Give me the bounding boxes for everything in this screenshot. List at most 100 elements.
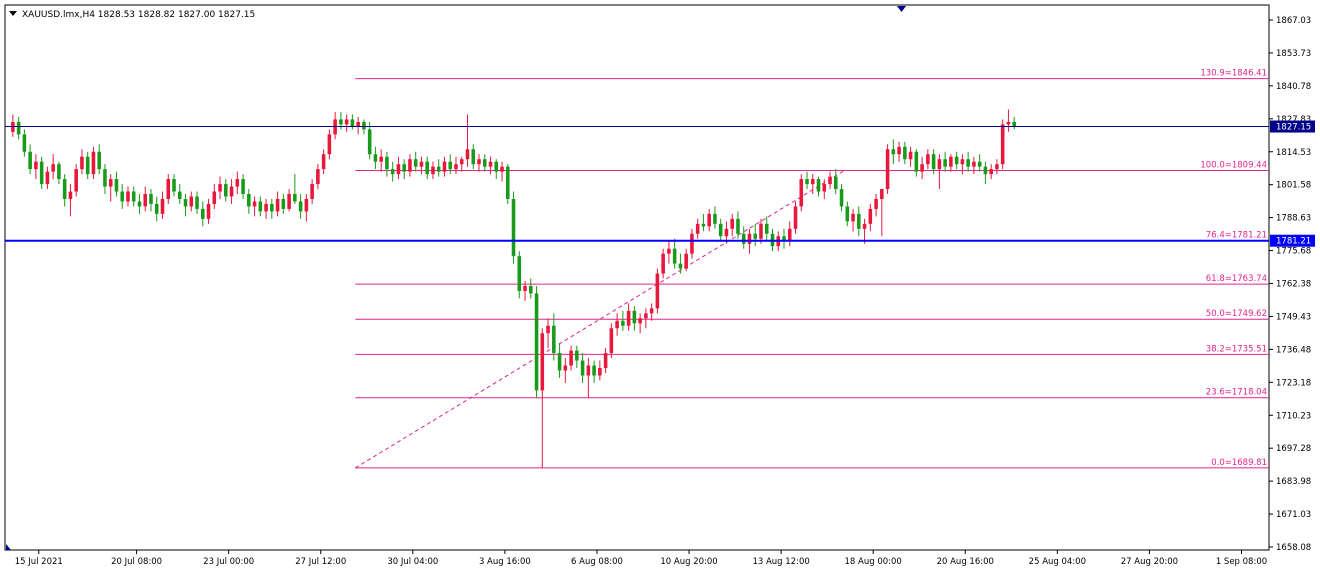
x-tick-label: 10 Aug 20:00 [660, 557, 717, 567]
candle-body [91, 151, 96, 175]
candle-body [741, 233, 746, 244]
candle-body [321, 154, 326, 170]
candle-body [926, 154, 930, 165]
candle-body [85, 156, 90, 175]
candle-body [97, 151, 101, 170]
candle-body [534, 293, 539, 391]
candle-body [615, 320, 619, 329]
candle-body [108, 179, 113, 187]
candle-body [459, 159, 464, 165]
candle-body [713, 213, 717, 224]
candle-body [546, 325, 550, 334]
fib-level-label: 130.9=1846.41 [1200, 69, 1267, 79]
candle-body [385, 156, 389, 170]
y-tick-label: 1658.08 [1276, 543, 1311, 553]
candlestick-chart[interactable]: XAUUSD.lmx,H4 1828.53 1828.82 1827.00 18… [0, 0, 1320, 574]
candle-body [931, 154, 936, 170]
y-tick-label: 1723.18 [1276, 378, 1311, 388]
candle-body [465, 149, 470, 160]
candle-body [189, 196, 194, 207]
candle-body [874, 198, 878, 209]
fib-level-label: 76.4=1781.21 [1206, 231, 1267, 241]
candle-body [626, 310, 631, 326]
price-tag-label: 1781.21 [1276, 237, 1311, 247]
candle-body [977, 161, 982, 167]
candle-body [569, 350, 573, 366]
candle-body [851, 213, 855, 222]
x-tick-label: 1 Sep 08:00 [1216, 557, 1267, 567]
candle-body [126, 191, 130, 202]
candle-body [247, 194, 251, 207]
y-tick-label: 1801.58 [1276, 181, 1311, 191]
candle-body [402, 164, 406, 172]
candle-body [540, 333, 545, 391]
y-tick-label: 1749.43 [1276, 312, 1311, 322]
candle-body [114, 179, 119, 192]
candle-body [580, 360, 585, 376]
candle-body [793, 206, 798, 229]
candle-body [575, 350, 579, 361]
candle-body [868, 208, 873, 224]
candle-body [177, 191, 182, 199]
candle-body [413, 159, 418, 167]
y-tick-label: 1736.48 [1276, 345, 1311, 355]
candle-body [494, 161, 499, 172]
candle-body [1012, 121, 1016, 127]
candle-body [718, 223, 723, 237]
candle-body [287, 194, 291, 209]
candle-body [983, 166, 988, 175]
candle-body [258, 201, 263, 212]
fib-level-label: 100.0=1809.44 [1200, 161, 1267, 171]
candle-body [477, 159, 481, 165]
candle-body [552, 325, 556, 354]
candle-body [367, 129, 372, 155]
candle-body [298, 201, 303, 212]
candle-body [339, 119, 343, 125]
candle-body [206, 203, 211, 219]
candle-body [16, 121, 21, 135]
y-tick-label: 1697.28 [1276, 444, 1311, 454]
candle-body [908, 151, 913, 160]
x-tick-label: 13 Aug 12:00 [752, 557, 809, 567]
candle-body [172, 179, 176, 192]
candle-body [471, 149, 476, 165]
candle-body [350, 119, 355, 127]
y-tick-label: 1788.63 [1276, 214, 1311, 224]
candle-body [943, 159, 947, 167]
candle-body [431, 166, 435, 175]
fib-level-label: 61.8=1763.74 [1206, 274, 1267, 284]
candle-body [667, 248, 671, 254]
x-tick-label: 27 Jul 12:00 [295, 557, 346, 567]
candle-body [989, 169, 993, 175]
candle-body [1000, 124, 1005, 165]
y-tick-label: 1762.38 [1276, 280, 1311, 290]
candle-body [655, 273, 660, 309]
candle-body [730, 218, 734, 229]
y-tick-label: 1710.23 [1276, 411, 1311, 421]
candle-body [885, 149, 890, 190]
candle-body [436, 166, 441, 172]
candle-body [966, 159, 970, 167]
y-tick-label: 1671.03 [1276, 510, 1311, 520]
candle-body [632, 310, 637, 324]
price-tag-label: 1827.15 [1276, 123, 1311, 133]
candle-body [212, 191, 217, 204]
candle-body [143, 194, 148, 207]
candle-body [408, 159, 412, 172]
y-tick-label: 1853.73 [1276, 49, 1311, 59]
candle-body [862, 223, 867, 229]
candle-body [764, 223, 769, 234]
candle-body [810, 179, 815, 185]
x-tick-label: 20 Aug 16:00 [937, 557, 994, 567]
candle-body [857, 213, 861, 229]
candle-body [80, 156, 84, 170]
candle-body [419, 161, 424, 167]
x-tick-label: 27 Aug 20:00 [1121, 557, 1178, 567]
candle-body [316, 169, 320, 185]
candle-body [241, 179, 245, 195]
candle-body [218, 184, 222, 192]
candle-body [822, 184, 827, 192]
fib-level-label: 38.2=1735.51 [1206, 344, 1267, 354]
x-tick-label: 25 Aug 04:00 [1029, 557, 1086, 567]
candle-body [275, 198, 280, 212]
